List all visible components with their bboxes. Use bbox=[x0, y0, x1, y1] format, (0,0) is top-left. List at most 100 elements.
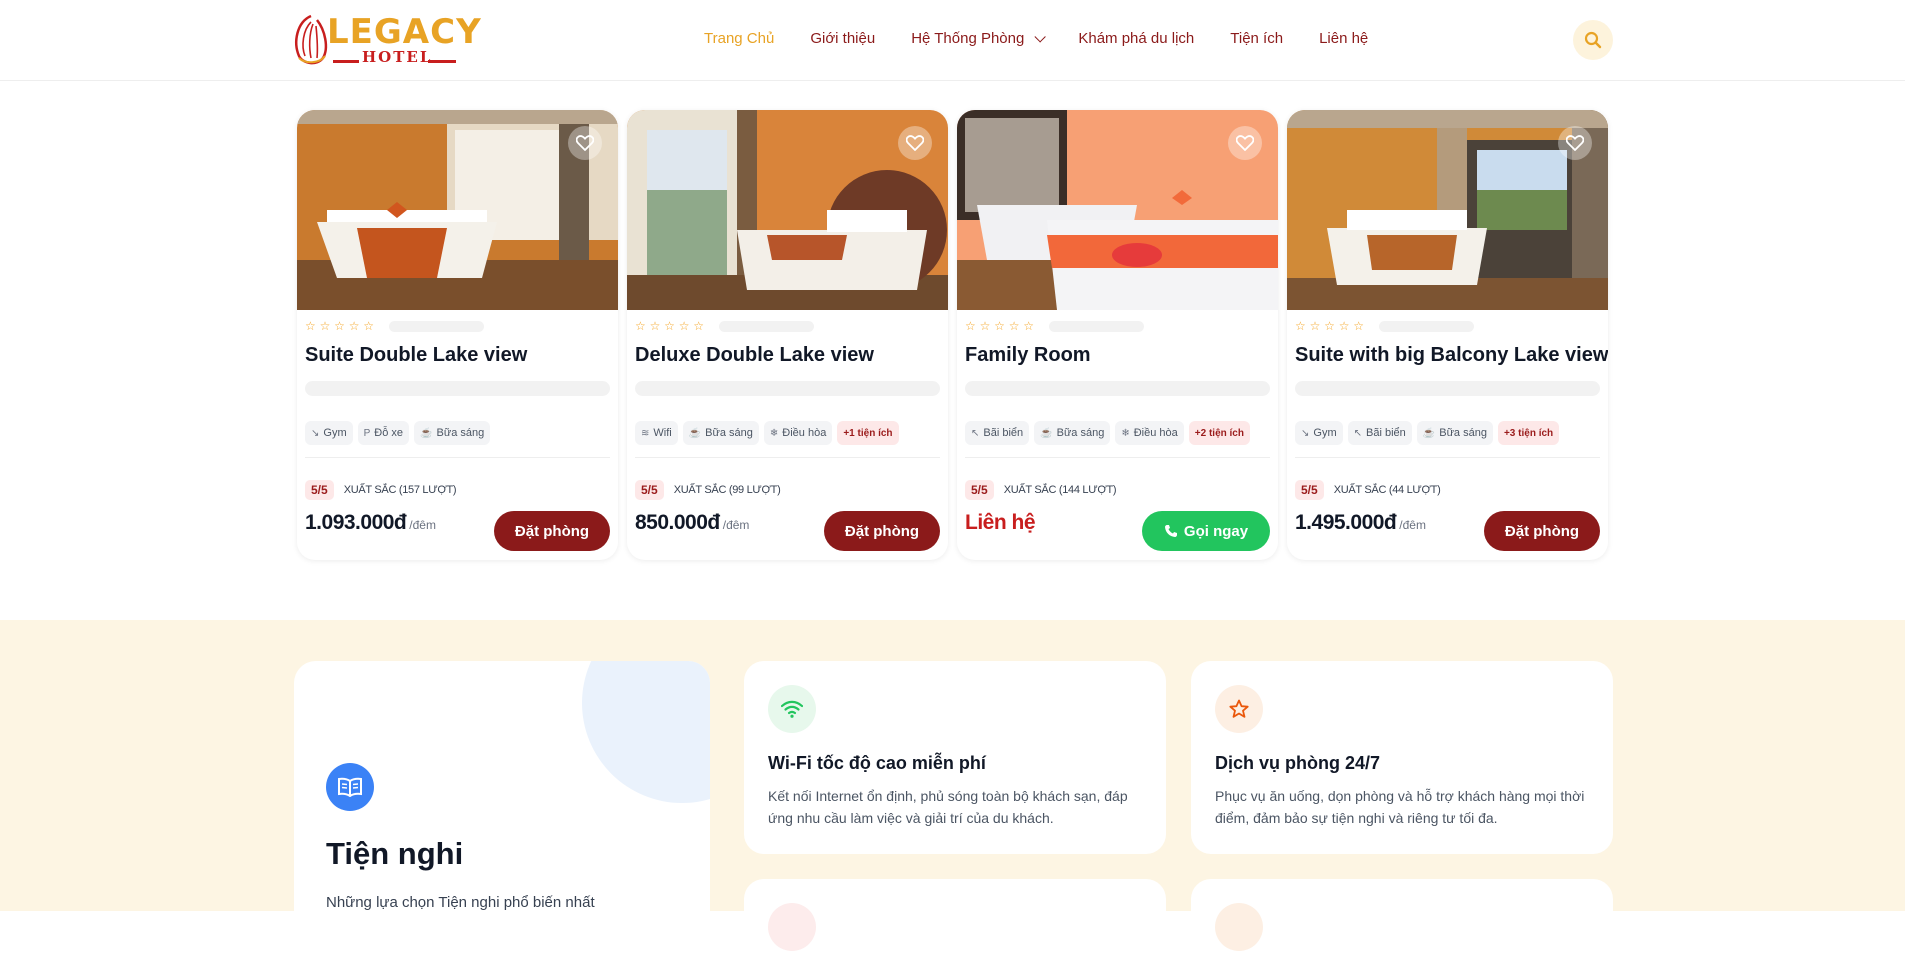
hotel-logo[interactable]: LEGACY HOTEL bbox=[291, 10, 481, 70]
wifi-icon bbox=[768, 685, 816, 733]
amenity-chip: ❄ Điều hòa bbox=[1115, 421, 1184, 445]
coffee-icon: ☕ bbox=[420, 427, 433, 439]
divider bbox=[965, 457, 1270, 458]
star-rating: ☆ ☆ ☆ ☆ ☆ bbox=[305, 319, 485, 333]
amenity-chips: ≋ Wifi ☕ Bữa sáng ❄ Điều hòa +1 tiện ích bbox=[635, 421, 899, 445]
room-photo[interactable] bbox=[627, 110, 948, 310]
feature-card[interactable] bbox=[744, 879, 1166, 951]
score-badge: 5/5 bbox=[305, 480, 334, 500]
nav-rooms[interactable]: Hệ Thống Phòng bbox=[911, 30, 1047, 47]
review-count: XUẤT SẮC (157 LƯỢT) bbox=[343, 484, 457, 496]
nav-contact[interactable]: Liên hệ bbox=[1319, 30, 1368, 47]
amenity-chip: ☕ Bữa sáng bbox=[1034, 421, 1111, 445]
amenity-label: Điều hòa bbox=[1133, 427, 1178, 439]
logo-rule-right bbox=[428, 60, 456, 63]
shell-logo-icon bbox=[295, 14, 328, 65]
amenity-label: Gym bbox=[323, 427, 347, 439]
nav-facilities[interactable]: Tiện ích bbox=[1230, 30, 1283, 47]
chevron-down-icon bbox=[1034, 30, 1047, 43]
score-badge: 5/5 bbox=[1295, 480, 1324, 500]
snowflake-icon: ❄ bbox=[769, 427, 779, 439]
amenity-label: Bữa sáng bbox=[1056, 427, 1105, 439]
room-title[interactable]: Suite Double Lake view bbox=[305, 344, 527, 367]
divider bbox=[635, 457, 940, 458]
snowflake-icon: ❄ bbox=[1121, 427, 1130, 439]
loading-placeholder bbox=[635, 381, 940, 396]
review-summary: 5/5 XUẤT SẮC (44 LƯỢT) bbox=[1295, 480, 1441, 500]
beach-icon: ↖ bbox=[971, 427, 980, 439]
room-price: 850.000đ bbox=[635, 511, 720, 534]
loading-placeholder bbox=[965, 381, 1270, 396]
room-card[interactable]: ☆ ☆ ☆ ☆ ☆ Family Room ↖ Bãi biển ☕ Bữa sán… bbox=[957, 110, 1278, 560]
book-room-button[interactable]: Đặt phòng bbox=[1484, 511, 1600, 551]
room-title[interactable]: Family Room bbox=[965, 344, 1091, 367]
star-icons: ☆ ☆ ☆ ☆ ☆ bbox=[635, 319, 705, 333]
score-badge: 5/5 bbox=[965, 480, 994, 500]
room-title[interactable]: Suite with big Balcony Lake view bbox=[1295, 344, 1608, 367]
amenities-description: Những lựa chọn Tiện nghi phổ biến nhất bbox=[326, 894, 595, 911]
call-now-button[interactable]: Gọi ngay bbox=[1142, 511, 1270, 551]
heart-icon bbox=[1566, 135, 1584, 151]
review-count: XUẤT SẮC (44 LƯỢT) bbox=[1333, 484, 1441, 496]
price-block: 850.000đ/đêm bbox=[635, 511, 749, 535]
review-summary: 5/5 XUẤT SẮC (99 LƯỢT) bbox=[635, 480, 781, 500]
logo-rule-left bbox=[333, 60, 359, 63]
favorite-button[interactable] bbox=[568, 126, 602, 160]
feature-card-room-service[interactable]: Dịch vụ phòng 24/7 Phục vụ ăn uống, dọn … bbox=[1191, 661, 1613, 854]
room-card[interactable]: ☆ ☆ ☆ ☆ ☆ Suite with big Balcony Lake vi… bbox=[1287, 110, 1608, 560]
room-card-list: ☆ ☆ ☆ ☆ ☆ Suite Double Lake view ↘ Gym PĐ… bbox=[297, 110, 1608, 560]
review-summary: 5/5 XUẤT SẮC (144 LƯỢT) bbox=[965, 480, 1117, 500]
score-badge: 5/5 bbox=[635, 480, 664, 500]
loading-placeholder bbox=[1049, 320, 1145, 332]
contact-price: Liên hệ bbox=[965, 511, 1036, 534]
review-summary: 5/5 XUẤT SẮC (157 LƯỢT) bbox=[305, 480, 457, 500]
room-title[interactable]: Deluxe Double Lake view bbox=[635, 344, 874, 367]
book-open-icon bbox=[326, 763, 374, 811]
favorite-button[interactable] bbox=[898, 126, 932, 160]
search-button[interactable] bbox=[1573, 20, 1613, 60]
room-photo[interactable] bbox=[1287, 110, 1608, 310]
nav-about[interactable]: Giới thiệu bbox=[810, 30, 875, 47]
review-count: XUẤT SẮC (99 LƯỢT) bbox=[673, 484, 781, 496]
feature-description: Phục vụ ăn uống, dọn phòng và hỗ trợ khá… bbox=[1215, 788, 1585, 826]
loading-placeholder bbox=[1295, 381, 1600, 396]
divider bbox=[305, 457, 610, 458]
favorite-button[interactable] bbox=[1228, 126, 1262, 160]
nav-home[interactable]: Trang Chủ bbox=[704, 30, 774, 47]
room-photo[interactable] bbox=[297, 110, 618, 310]
star-rating: ☆ ☆ ☆ ☆ ☆ bbox=[635, 319, 815, 333]
star-rating: ☆ ☆ ☆ ☆ ☆ bbox=[1295, 319, 1475, 333]
feature-title: Dịch vụ phòng 24/7 bbox=[1215, 753, 1381, 773]
nav-explore[interactable]: Khám phá du lịch bbox=[1078, 30, 1194, 47]
amenity-chip: ☕ Bữa sáng bbox=[682, 421, 759, 445]
feature-title: Wi-Fi tốc độ cao miễn phí bbox=[768, 753, 986, 773]
book-room-button[interactable]: Đặt phòng bbox=[494, 511, 610, 551]
price-unit: /đêm bbox=[1399, 518, 1426, 532]
beach-icon: ↖ bbox=[1353, 427, 1363, 439]
decorative-circle bbox=[582, 661, 710, 803]
loading-placeholder bbox=[719, 320, 815, 332]
amenity-label: Bữa sáng bbox=[436, 427, 485, 439]
favorite-button[interactable] bbox=[1558, 126, 1592, 160]
more-amenities-badge[interactable]: +3 tiện ích bbox=[1497, 421, 1560, 445]
more-amenities-badge[interactable]: +1 tiện ích bbox=[837, 421, 899, 445]
amenity-chip: ↘ Gym bbox=[1295, 421, 1343, 445]
star-icons: ☆ ☆ ☆ ☆ ☆ bbox=[305, 319, 375, 333]
site-header: LEGACY HOTEL Trang Chủ Giới thiệu Hệ Thố… bbox=[0, 0, 1905, 81]
main-nav: Trang Chủ Giới thiệu Hệ Thống Phòng Khám… bbox=[704, 30, 1404, 47]
feature-card-wifi[interactable]: Wi-Fi tốc độ cao miễn phí Kết nối Intern… bbox=[744, 661, 1166, 854]
book-room-button[interactable]: Đặt phòng bbox=[824, 511, 940, 551]
more-amenities-badge[interactable]: +2 tiện ích bbox=[1188, 421, 1250, 445]
gym-icon: ↘ bbox=[1301, 427, 1310, 439]
amenity-chips: ↖ Bãi biển ☕ Bữa sáng ❄ Điều hòa +2 tiện íc… bbox=[965, 421, 1250, 445]
divider bbox=[1295, 457, 1600, 458]
feature-card[interactable] bbox=[1191, 879, 1613, 951]
price-block: 1.093.000đ/đêm bbox=[305, 511, 436, 535]
amenities-intro-card: Tiện nghi Những lựa chọn Tiện nghi phổ b… bbox=[294, 661, 710, 961]
amenity-label: Bãi biển bbox=[983, 427, 1024, 439]
room-photo[interactable] bbox=[957, 110, 1278, 310]
gym-icon: ↘ bbox=[311, 427, 320, 439]
room-card[interactable]: ☆ ☆ ☆ ☆ ☆ Suite Double Lake view ↘ Gym PĐ… bbox=[297, 110, 618, 560]
room-card[interactable]: ☆ ☆ ☆ ☆ ☆ Deluxe Double Lake view ≋ Wifi … bbox=[627, 110, 948, 560]
price-block: Liên hệ bbox=[965, 511, 1036, 535]
